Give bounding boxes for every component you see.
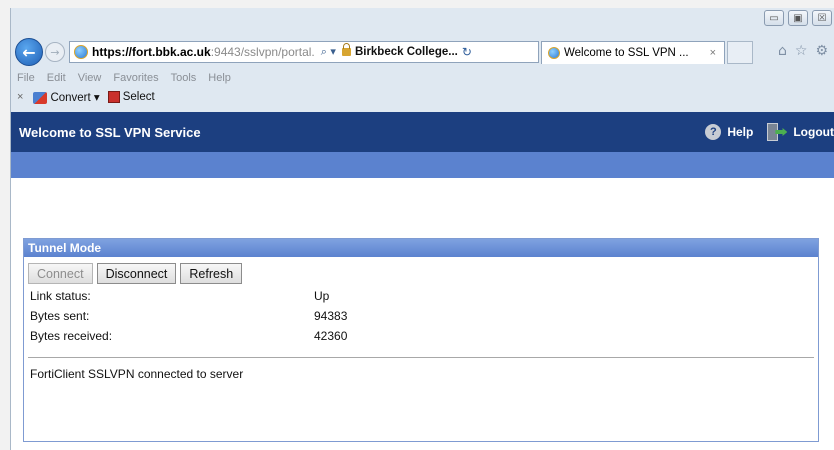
link-status-label: Link status: [30,289,91,303]
select-label: Select [122,91,155,104]
help-link[interactable]: Help [727,125,753,139]
status-message: FortiClient SSLVPN connected to server [30,367,244,381]
header-actions: ? Help Logout [705,123,834,141]
convert-button[interactable]: Convert ▾ [33,90,100,104]
command-bar: × Convert ▾ Select [17,90,155,104]
help-icon[interactable]: ? [705,124,722,140]
menu-view[interactable]: View [78,72,102,84]
select-button[interactable]: Select [107,90,155,104]
refresh-icon[interactable]: ↻ [462,45,472,59]
refresh-button[interactable]: Refresh [180,263,243,284]
ie-tab-icon [548,47,560,59]
tunnel-buttons: Connect Disconnect Refresh [28,263,243,284]
convert-dropdown-icon[interactable]: ▾ [94,92,100,104]
window-controls: ▭ ▣ ☒ [764,10,832,26]
convert-icon [33,91,48,104]
address-search-icon[interactable]: ⌕ ▾ [321,45,336,59]
bytes-received-label: Bytes received: [30,329,113,343]
minimize-button[interactable]: ▭ [764,10,784,26]
favorites-star-icon[interactable]: ☆ [795,43,808,59]
page-content: Welcome to SSL VPN Service ? Help Logout… [11,112,834,450]
navigation-row: ← → https://fort. bbk.ac.uk:9443/sslvpn/p… [11,38,834,68]
forward-button[interactable]: → [45,42,65,62]
menu-favorites[interactable]: Favorites [113,72,158,84]
command-bar-close-icon[interactable]: × [17,91,23,103]
bytes-sent-label: Bytes sent: [30,309,90,323]
url-host: bbk.ac.uk [155,45,211,59]
certificate-label: Birkbeck College... [354,46,458,58]
tab-close-icon[interactable]: × [710,47,716,59]
new-tab-button[interactable] [727,41,753,64]
disconnect-button[interactable]: Disconnect [96,263,177,284]
menu-bar: File Edit View Favorites Tools Help [17,72,231,84]
browser-window: ▭ ▣ ☒ ← → https://fort. bbk.ac.uk:9443/ss… [10,8,834,450]
page-header: Welcome to SSL VPN Service ? Help Logout [11,112,834,152]
maximize-button[interactable]: ▣ [788,10,808,26]
divider [28,357,814,358]
url-path: :9443/sslvpn/portal. [210,45,315,59]
tab-welcome[interactable]: Welcome to SSL VPN ... × [541,41,725,64]
ie-page-icon [74,45,88,59]
select-icon [107,90,120,103]
connect-button[interactable]: Connect [28,263,93,284]
back-button[interactable]: ← [15,38,43,66]
home-icon[interactable]: ⌂ [778,43,787,59]
header-stripe [11,152,834,178]
bytes-sent-value: 94383 [314,309,348,323]
menu-file[interactable]: File [17,72,35,84]
convert-label: Convert [50,92,91,104]
logout-icon[interactable] [767,123,788,141]
address-bar[interactable]: https://fort. bbk.ac.uk:9443/sslvpn/porta… [69,41,539,63]
settings-gear-icon[interactable]: ⚙ [815,43,828,59]
tab-title: Welcome to SSL VPN ... [564,47,689,59]
menu-tools[interactable]: Tools [171,72,197,84]
browser-tools: ⌂ ☆ ⚙ [778,43,828,59]
url-scheme: https://fort. [92,45,156,59]
menu-help[interactable]: Help [208,72,231,84]
page-title: Welcome to SSL VPN Service [19,124,201,140]
bytes-received-value: 42360 [314,329,348,343]
panel-title: Tunnel Mode [24,239,818,257]
lock-icon [341,43,351,56]
link-status-value: Up [314,289,330,303]
menu-edit[interactable]: Edit [47,72,66,84]
security-certificate[interactable]: Birkbeck College... [341,43,458,58]
tunnel-mode-panel: Tunnel Mode Connect Disconnect Refresh L… [23,238,819,442]
logout-link[interactable]: Logout [793,125,834,139]
close-window-button[interactable]: ☒ [812,10,832,26]
